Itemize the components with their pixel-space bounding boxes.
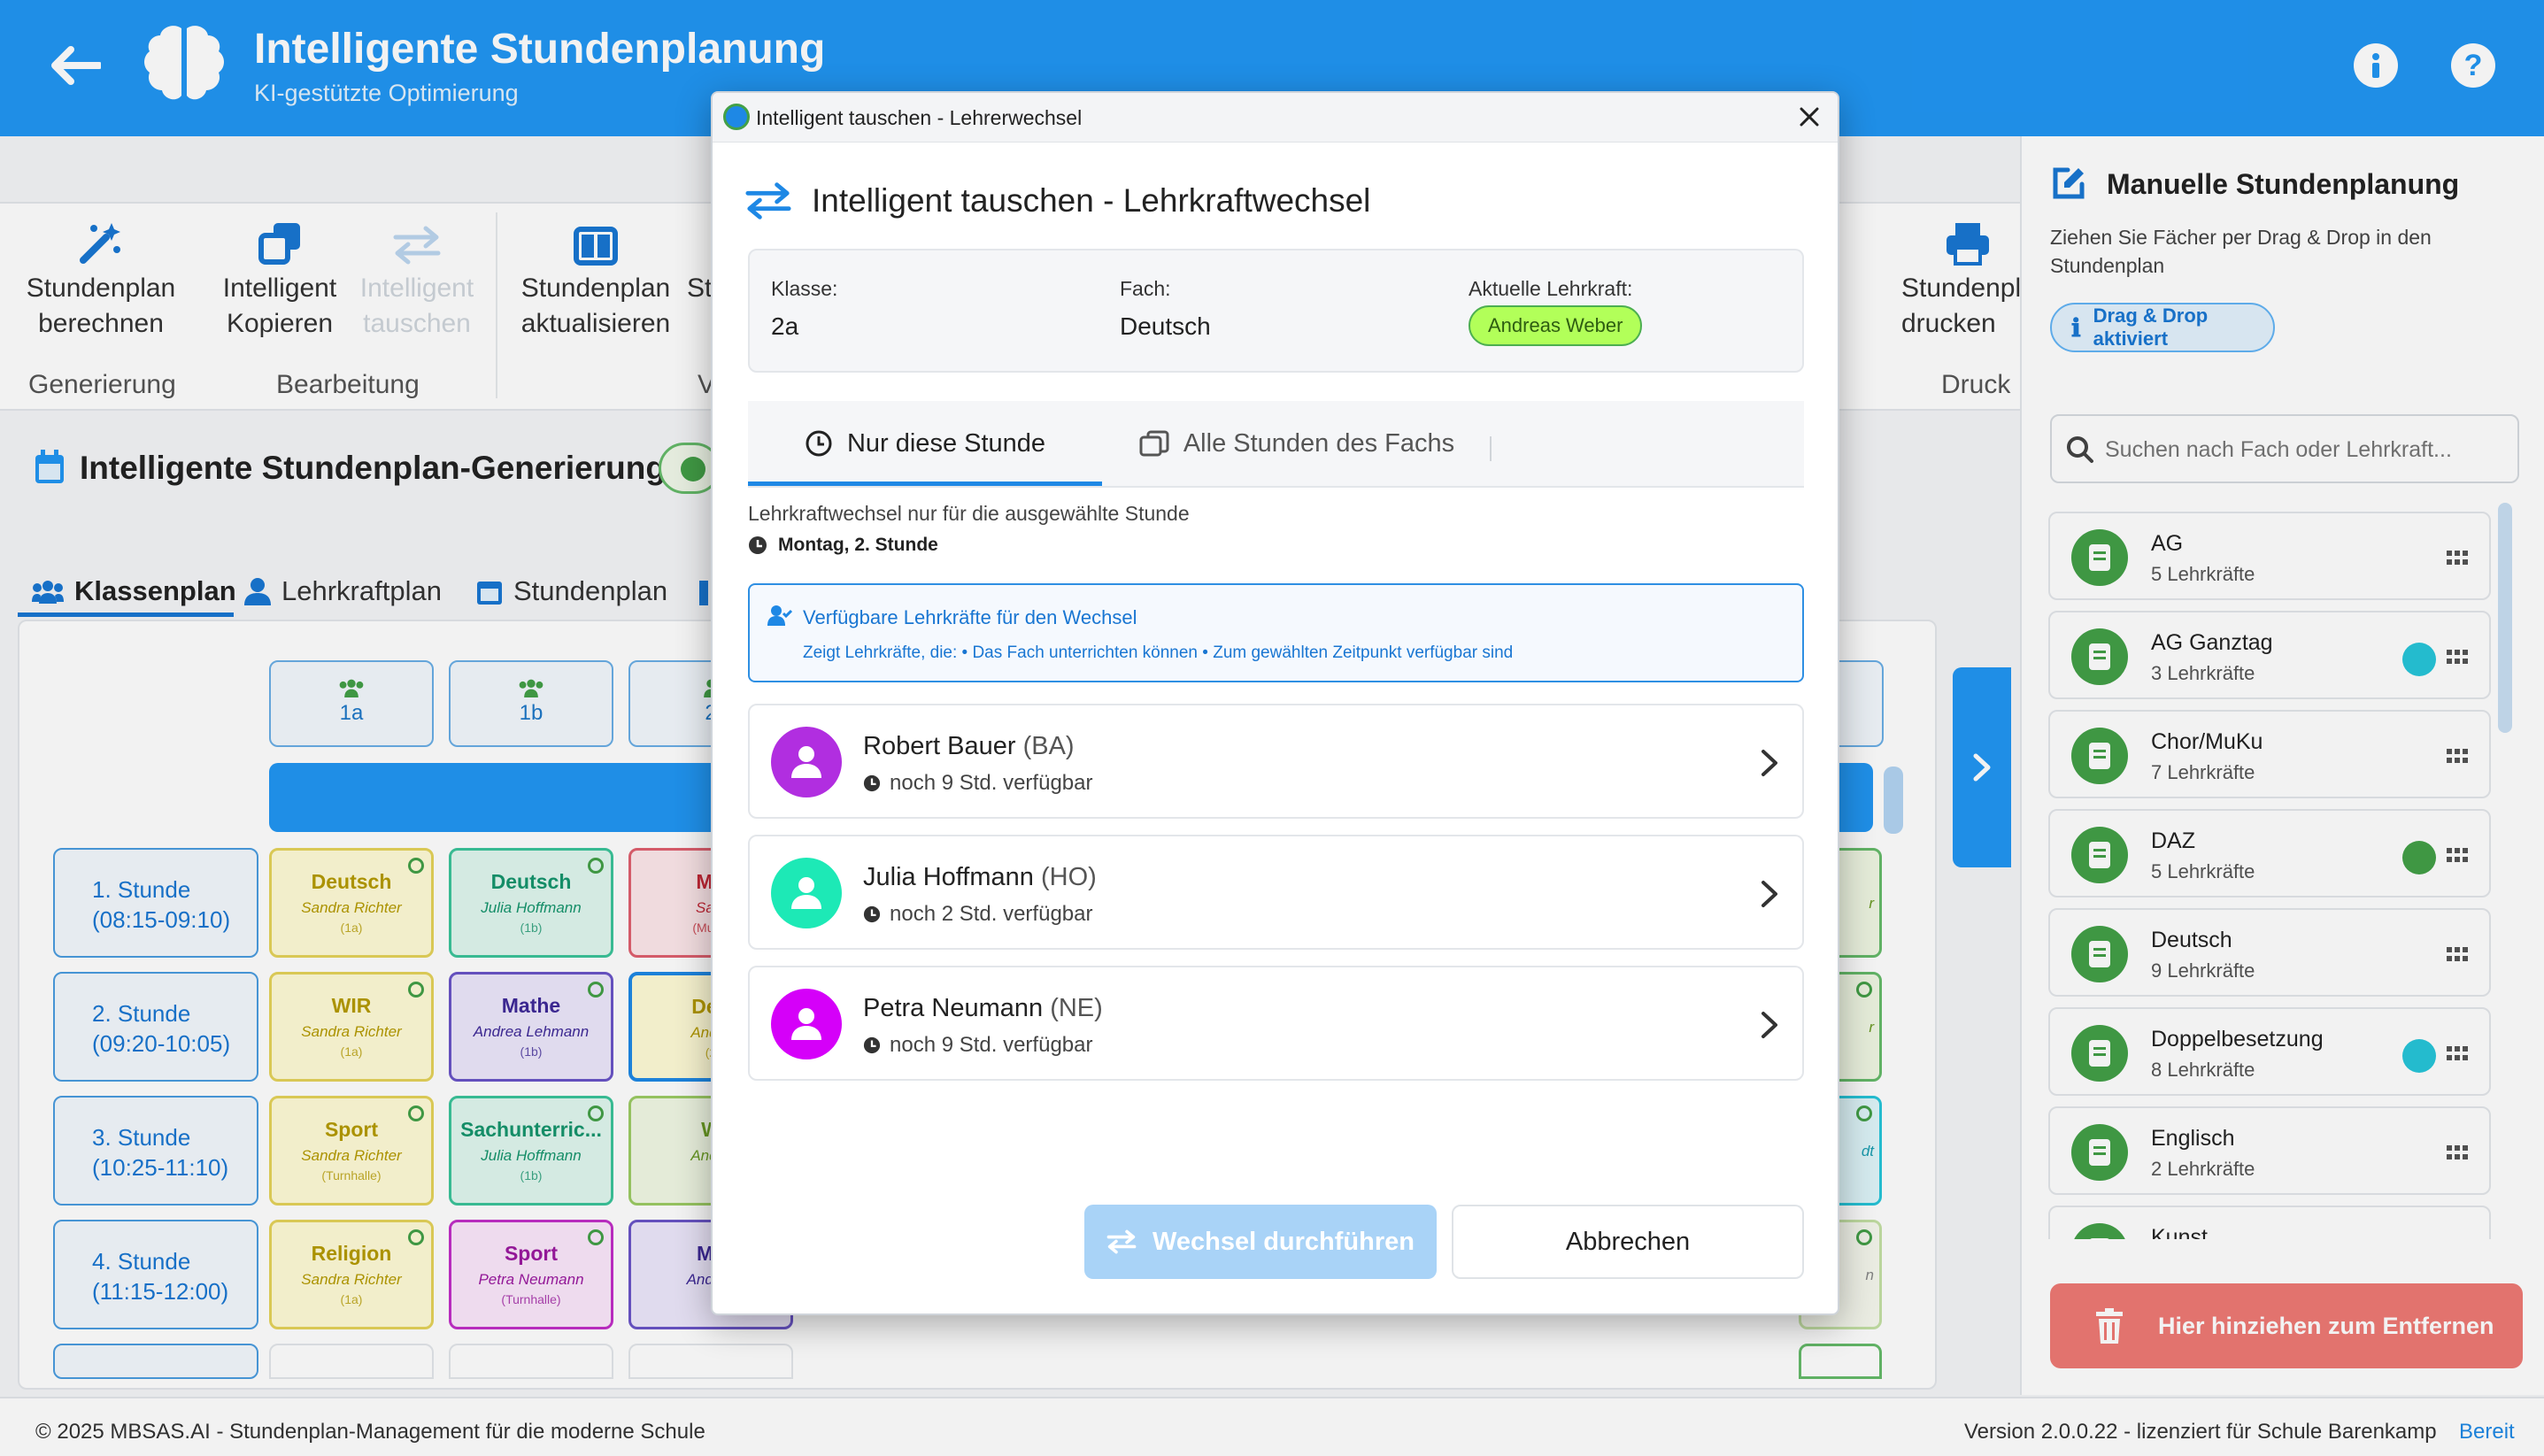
teacher-option[interactable]: Petra Neumann (NE) noch 9 Std. verfügbar (748, 966, 1804, 1081)
teacher-abbr: (BA) (1022, 732, 1075, 760)
availability-text: noch 9 Std. verfügbar (890, 771, 1093, 795)
teacher-option[interactable]: Robert Bauer (BA) noch 9 Std. verfügbar (748, 704, 1804, 819)
dialog-titlebar: Intelligent tauschen - Lehrerwechsel (713, 93, 1838, 143)
confirm-swap-label: Wechsel durchführen (1153, 1227, 1415, 1256)
slot-info: Montag, 2. Stunde (748, 535, 938, 556)
scope-tabs: Nur diese Stunde Alle Stunden des Fachs (748, 401, 1804, 488)
teacher-availability: noch 2 Std. verfügbar (863, 902, 1092, 927)
teacher-abbr: (HO) (1040, 863, 1097, 891)
teacher-abbr: (NE) (1050, 994, 1103, 1022)
lesson-info-card: Klasse: 2a Fach: Deutsch Aktuelle Lehrkr… (748, 249, 1804, 373)
swap-teacher-dialog: Intelligent tauschen - Lehrerwechsel Int… (711, 91, 1839, 1315)
available-title: Verfügbare Lehrkräfte für den Wechsel (803, 606, 1137, 628)
class-value: 2a (771, 312, 799, 340)
active-tab-indicator (748, 481, 1102, 486)
app-logo-icon (723, 104, 750, 130)
tab-only-this-lesson[interactable]: Nur diese Stunde (748, 401, 1102, 486)
confirm-swap-button[interactable]: Wechsel durchführen (1084, 1205, 1437, 1279)
clock-icon (863, 774, 881, 792)
slot-text: Montag, 2. Stunde (778, 535, 938, 555)
window-title: Intelligent tauschen - Lehrerwechsel (756, 106, 1083, 129)
availability-text: noch 9 Std. verfügbar (890, 1033, 1093, 1057)
person-icon (791, 746, 821, 778)
clock-icon (863, 905, 881, 923)
teacher-option[interactable]: Julia Hoffmann (HO) noch 2 Std. verfügba… (748, 835, 1804, 950)
swap-icon (1106, 1229, 1137, 1254)
subject-label: Fach: (1120, 277, 1171, 300)
tab-divider (1490, 436, 1492, 461)
chevron-right-icon (1762, 1012, 1777, 1038)
subject-value: Deutsch (1120, 312, 1211, 340)
teacher-name: Petra Neumann (863, 994, 1044, 1022)
avatar (771, 727, 842, 797)
tab-only-this-lesson-label: Nur diese Stunde (846, 428, 1046, 458)
tab-all-lessons[interactable]: Alle Stunden des Fachs (1120, 401, 1474, 486)
avatar (771, 989, 842, 1059)
teacher-name: Robert Bauer (863, 732, 1016, 760)
close-icon[interactable] (1798, 105, 1821, 128)
clock-icon (806, 430, 832, 457)
availability-text: noch 2 Std. verfügbar (890, 902, 1093, 926)
teacher-name-line: Julia Hoffmann (HO) (863, 863, 1097, 892)
available-teachers-info: Verfügbare Lehrkräfte für den Wechsel Ze… (748, 583, 1804, 682)
class-label: Klasse: (771, 277, 838, 300)
person-check-icon (767, 605, 792, 626)
available-desc: Zeigt Lehrkräfte, die: • Das Fach unterr… (803, 643, 1514, 662)
scope-text: Lehrkraftwechsel nur für die ausgewählte… (748, 502, 1190, 525)
current-teacher-chip: Andreas Weber (1469, 305, 1643, 346)
teacher-name-line: Robert Bauer (BA) (863, 732, 1075, 761)
clock-icon (749, 536, 767, 554)
cancel-button[interactable]: Abbrechen (1452, 1205, 1804, 1279)
current-teacher-label: Aktuelle Lehrkraft: (1469, 277, 1633, 300)
chevron-right-icon (1762, 750, 1777, 776)
avatar (771, 858, 842, 928)
swap-icon (744, 180, 792, 222)
clock-icon (863, 1036, 881, 1054)
chevron-right-icon (1762, 881, 1777, 907)
person-icon (791, 1008, 821, 1040)
teacher-name: Julia Hoffmann (863, 863, 1034, 891)
person-icon (791, 877, 821, 909)
tab-all-lessons-label: Alle Stunden des Fachs (1183, 428, 1455, 458)
dialog-heading: Intelligent tauschen - Lehrkraftwechsel (812, 182, 1371, 219)
teacher-availability: noch 9 Std. verfügbar (863, 771, 1092, 796)
teacher-name-line: Petra Neumann (NE) (863, 994, 1103, 1023)
teacher-availability: noch 9 Std. verfügbar (863, 1033, 1092, 1058)
copy-icon (1139, 430, 1169, 457)
